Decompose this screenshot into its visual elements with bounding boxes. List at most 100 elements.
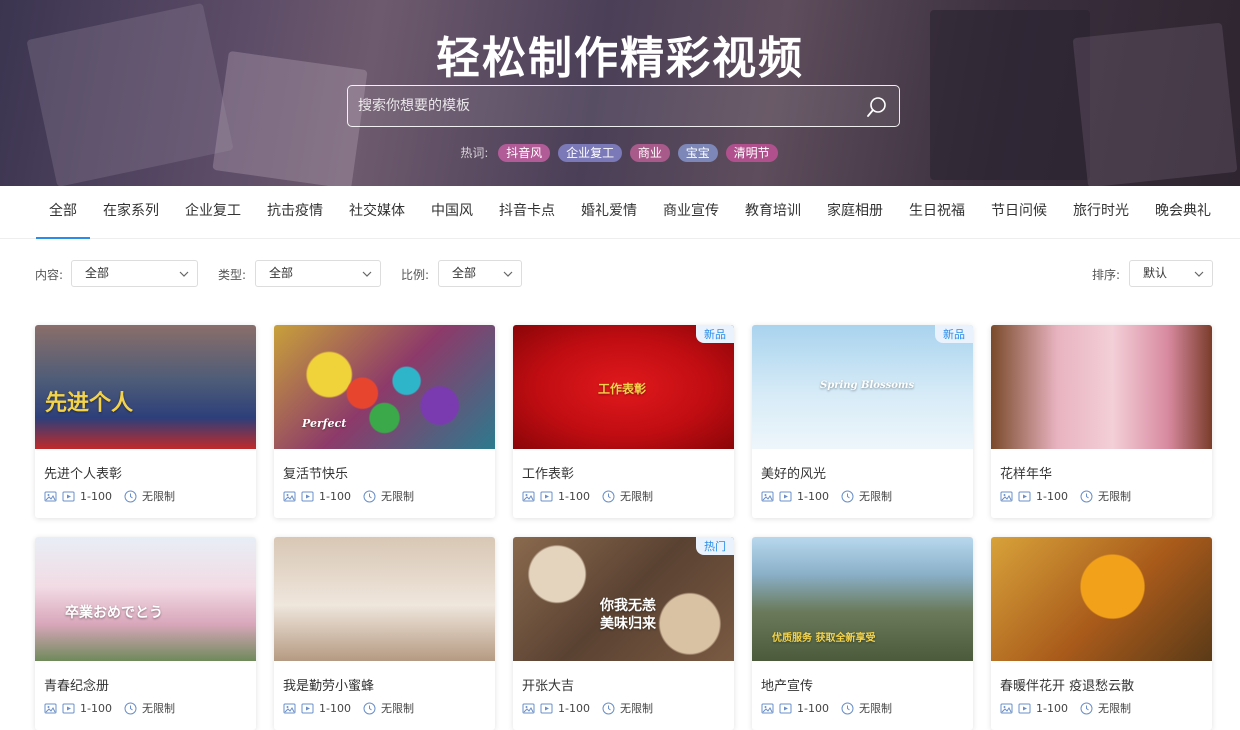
image-icon: [283, 703, 296, 713]
template-thumbnail[interactable]: 卒業おめでとう: [35, 537, 256, 661]
category-tab[interactable]: 全部: [36, 186, 90, 239]
template-title[interactable]: 春暖伴花开 疫退愁云散: [1000, 675, 1134, 694]
template-title[interactable]: 我是勤劳小蜜蜂: [283, 675, 374, 694]
sort-label: 排序:: [1092, 268, 1121, 282]
status-badge: 热门: [696, 537, 734, 555]
search-input[interactable]: [348, 86, 848, 126]
template-duration: 无限制: [380, 490, 414, 503]
template-thumbnail[interactable]: [991, 325, 1212, 449]
category-tab[interactable]: 节日问候: [978, 186, 1060, 239]
search-box: [347, 85, 900, 127]
template-range: 1-100: [797, 701, 829, 715]
template-title[interactable]: 美好的风光: [761, 463, 826, 482]
ratio-filter-label: 比例:: [401, 268, 430, 282]
template-thumbnail[interactable]: Spring Blossoms 新品: [752, 325, 973, 449]
template-duration: 无限制: [858, 490, 892, 503]
hot-tag[interactable]: 商业: [629, 144, 670, 162]
hot-tag[interactable]: 清明节: [725, 144, 778, 162]
category-tab[interactable]: 教育培训: [732, 186, 814, 239]
template-card[interactable]: 工作表彰 新品 工作表彰 1-100 无限制: [513, 325, 734, 518]
video-icon: [1018, 491, 1031, 501]
clock-icon: [602, 490, 615, 502]
chevron-down-icon: [503, 271, 513, 277]
category-tab[interactable]: 家庭相册: [814, 186, 896, 239]
video-icon: [301, 703, 314, 713]
category-tab[interactable]: 旅行时光: [1060, 186, 1142, 239]
template-card[interactable]: 春暖伴花开 疫退愁云散 1-100 无限制: [991, 537, 1212, 730]
template-range: 1-100: [558, 701, 590, 715]
category-tab[interactable]: 生日祝福: [896, 186, 978, 239]
template-meta: 1-100 无限制: [761, 488, 892, 504]
template-title[interactable]: 先进个人表彰: [44, 463, 122, 482]
template-card[interactable]: 优质服务 获取全新享受 地产宣传 1-100 无限制: [752, 537, 973, 730]
template-range: 1-100: [319, 701, 351, 715]
template-thumbnail[interactable]: [274, 537, 495, 661]
template-title[interactable]: 地产宣传: [761, 675, 813, 694]
content-filter-label: 内容:: [35, 268, 64, 282]
template-thumbnail[interactable]: 你我无恙 美味归来 热门: [513, 537, 734, 661]
image-icon: [1000, 703, 1013, 713]
template-card[interactable]: 你我无恙 美味归来 热门 开张大吉 1-100 无限制: [513, 537, 734, 730]
template-card[interactable]: Spring Blossoms 新品 美好的风光 1-100 无限制: [752, 325, 973, 518]
clock-icon: [602, 702, 615, 714]
template-duration: 无限制: [141, 702, 175, 715]
hero-title: 轻松制作精彩视频: [436, 33, 804, 84]
category-tab[interactable]: 晚会典礼: [1142, 186, 1224, 239]
hot-tag[interactable]: 抖音风: [498, 144, 551, 162]
template-duration: 无限制: [619, 702, 653, 715]
template-card[interactable]: Perfect 复活节快乐 1-100 无限制: [274, 325, 495, 518]
ratio-filter-select[interactable]: 全部: [438, 260, 522, 287]
type-filter-select[interactable]: 全部: [255, 260, 381, 287]
template-meta: 1-100 无限制: [283, 488, 414, 504]
category-tab[interactable]: 企业复工: [172, 186, 254, 239]
hot-words-label: 热词:: [460, 146, 489, 160]
hot-tag[interactable]: 宝宝: [677, 144, 718, 162]
template-title[interactable]: 复活节快乐: [283, 463, 348, 482]
template-meta: 1-100 无限制: [522, 700, 653, 716]
template-thumbnail[interactable]: Perfect: [274, 325, 495, 449]
category-tab[interactable]: 婚礼爱情: [568, 186, 650, 239]
template-card[interactable]: 先进个人 先进个人表彰 1-100 无限制: [35, 325, 256, 518]
template-thumbnail[interactable]: 先进个人: [35, 325, 256, 449]
template-card[interactable]: 我是勤劳小蜜蜂 1-100 无限制: [274, 537, 495, 730]
template-meta: 1-100 无限制: [283, 700, 414, 716]
hero-banner: 轻松制作精彩视频 热词: 抖音风 企业复工 商业 宝宝 清明节: [0, 0, 1240, 186]
type-filter-value: 全部: [269, 266, 294, 280]
image-icon: [761, 491, 774, 501]
video-icon: [62, 491, 75, 501]
template-title[interactable]: 花样年华: [1000, 463, 1052, 482]
template-thumbnail[interactable]: 优质服务 获取全新享受: [752, 537, 973, 661]
template-card[interactable]: 卒業おめでとう 青春纪念册 1-100 无限制: [35, 537, 256, 730]
hot-tag[interactable]: 企业复工: [558, 144, 623, 162]
search-icon[interactable]: [865, 95, 889, 119]
template-card[interactable]: 花样年华 1-100 无限制: [991, 325, 1212, 518]
template-title[interactable]: 工作表彰: [522, 463, 574, 482]
sort-value: 默认: [1143, 266, 1168, 280]
template-title[interactable]: 青春纪念册: [44, 675, 109, 694]
template-thumbnail[interactable]: 工作表彰 新品: [513, 325, 734, 449]
chevron-down-icon: [179, 271, 189, 277]
thumbnail-caption: 工作表彰: [598, 382, 647, 396]
image-icon: [283, 491, 296, 501]
content-filter-select[interactable]: 全部: [71, 260, 198, 287]
thumbnail-caption: Spring Blossoms: [820, 380, 915, 391]
category-tab[interactable]: 抗击疫情: [254, 186, 336, 239]
thumbnail-caption: 优质服务 获取全新享受: [772, 633, 876, 644]
category-tab[interactable]: 社交媒体: [336, 186, 418, 239]
chevron-down-icon: [1194, 271, 1204, 277]
video-icon: [540, 491, 553, 501]
category-tab[interactable]: 抖音卡点: [486, 186, 568, 239]
sort-select[interactable]: 默认: [1129, 260, 1213, 287]
category-tab[interactable]: 商业宣传: [650, 186, 732, 239]
template-title[interactable]: 开张大吉: [522, 675, 574, 694]
video-icon: [779, 703, 792, 713]
template-thumbnail[interactable]: [991, 537, 1212, 661]
clock-icon: [124, 702, 137, 714]
category-tab[interactable]: 在家系列: [90, 186, 172, 239]
thumbnail-caption: 你我无恙 美味归来: [600, 598, 656, 632]
clock-icon: [363, 490, 376, 502]
template-meta: 1-100 无限制: [44, 700, 175, 716]
template-duration: 无限制: [858, 702, 892, 715]
video-icon: [62, 703, 75, 713]
category-tab[interactable]: 中国风: [418, 186, 486, 239]
